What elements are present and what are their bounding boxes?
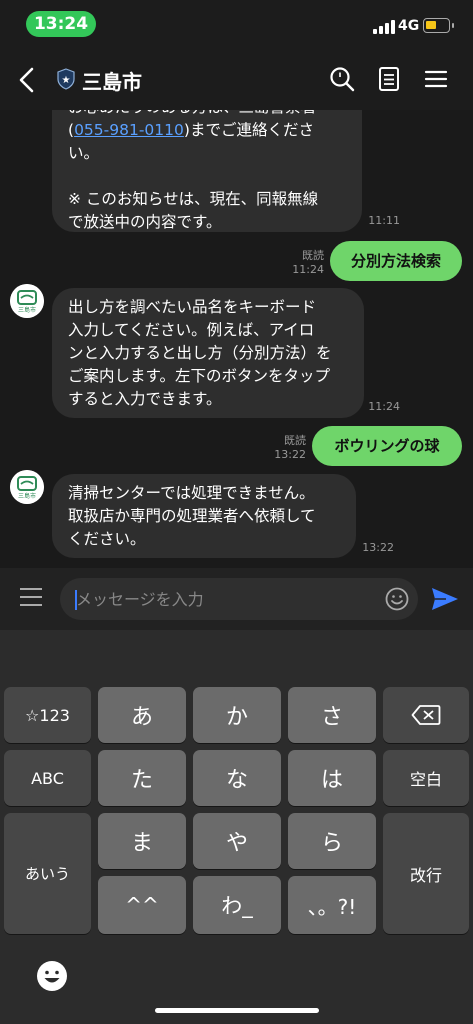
incoming-message-bubble: お心あたりのある方は、三島警察署 (055-981-0110)までご連絡くださ … — [52, 110, 362, 232]
incoming-message-bubble: 清掃センターでは処理できません。 取扱店か専門の処理業者へ依頼して ください。 — [52, 474, 356, 558]
verified-badge-icon: ★ — [57, 68, 75, 90]
key-punctuation[interactable]: 、。?! — [288, 876, 376, 934]
message-time: 13:22 — [274, 448, 306, 461]
key-ka[interactable]: か — [193, 687, 281, 743]
backspace-icon — [411, 705, 441, 725]
menu-icon[interactable] — [422, 65, 450, 93]
key-a[interactable]: あ — [98, 687, 186, 743]
chat-header: ★ 三島市 — [0, 48, 473, 110]
avatar[interactable]: 三島市 — [10, 284, 44, 318]
home-indicator — [155, 1008, 319, 1013]
status-time: 13:24 — [26, 11, 96, 37]
key-enter[interactable]: 改行 — [383, 813, 469, 934]
phone-link[interactable]: 055-981-0110 — [74, 121, 184, 139]
japanese-keyboard: ☆123 あ か さ ABC た な は 空白 あいう ま や ら 改行 ^^ … — [0, 630, 473, 1024]
svg-text:★: ★ — [62, 75, 71, 86]
chat-title: 三島市 — [82, 70, 142, 94]
search-icon[interactable] — [328, 65, 356, 93]
keyboard-emoji-icon[interactable] — [36, 960, 68, 992]
key-dakuten[interactable]: ^^ — [98, 876, 186, 934]
key-wa[interactable]: わ_ — [193, 876, 281, 934]
key-kana-mode[interactable]: あいう — [4, 813, 91, 934]
key-ta[interactable]: た — [98, 750, 186, 806]
avatar[interactable]: 三島市 — [10, 470, 44, 504]
outgoing-message-bubble: 分別方法検索 — [330, 241, 462, 281]
signal-icon — [373, 20, 395, 34]
outgoing-message-bubble: ボウリングの球 — [312, 426, 462, 466]
status-bar: 13:24 4G — [0, 0, 473, 48]
message-time: 11:24 — [292, 263, 324, 276]
svg-text:三島市: 三島市 — [18, 306, 36, 314]
notes-icon[interactable] — [375, 65, 403, 93]
key-space[interactable]: 空白 — [383, 750, 469, 806]
key-sa[interactable]: さ — [288, 687, 376, 743]
key-ha[interactable]: は — [288, 750, 376, 806]
key-abc[interactable]: ABC — [4, 750, 91, 806]
battery-icon — [423, 18, 454, 33]
rich-menu-icon[interactable] — [20, 588, 42, 606]
incoming-message-bubble: 出し方を調べたい品名をキーボード 入力してください。例えば、アイロ ンと入力する… — [52, 288, 364, 418]
chat-area[interactable]: お心あたりのある方は、三島警察署 (055-981-0110)までご連絡くださ … — [0, 110, 473, 568]
message-input[interactable] — [60, 578, 418, 620]
emoji-icon[interactable] — [385, 587, 409, 611]
key-ma[interactable]: ま — [98, 813, 186, 869]
message-input-bar — [0, 568, 473, 630]
text-caret — [75, 590, 77, 610]
svg-text:三島市: 三島市 — [18, 492, 36, 500]
back-icon[interactable] — [14, 66, 40, 94]
key-na[interactable]: な — [193, 750, 281, 806]
key-ya[interactable]: や — [193, 813, 281, 869]
message-time: 13:22 — [362, 541, 394, 554]
message-time: 11:11 — [368, 214, 400, 227]
read-indicator: 既読 — [302, 249, 324, 262]
read-indicator: 既読 — [284, 434, 306, 447]
network-label: 4G — [398, 18, 420, 34]
key-symbols[interactable]: ☆123 — [4, 687, 91, 743]
message-time: 11:24 — [368, 400, 400, 413]
key-backspace[interactable] — [383, 687, 469, 743]
key-ra[interactable]: ら — [288, 813, 376, 869]
send-icon[interactable] — [430, 586, 460, 612]
